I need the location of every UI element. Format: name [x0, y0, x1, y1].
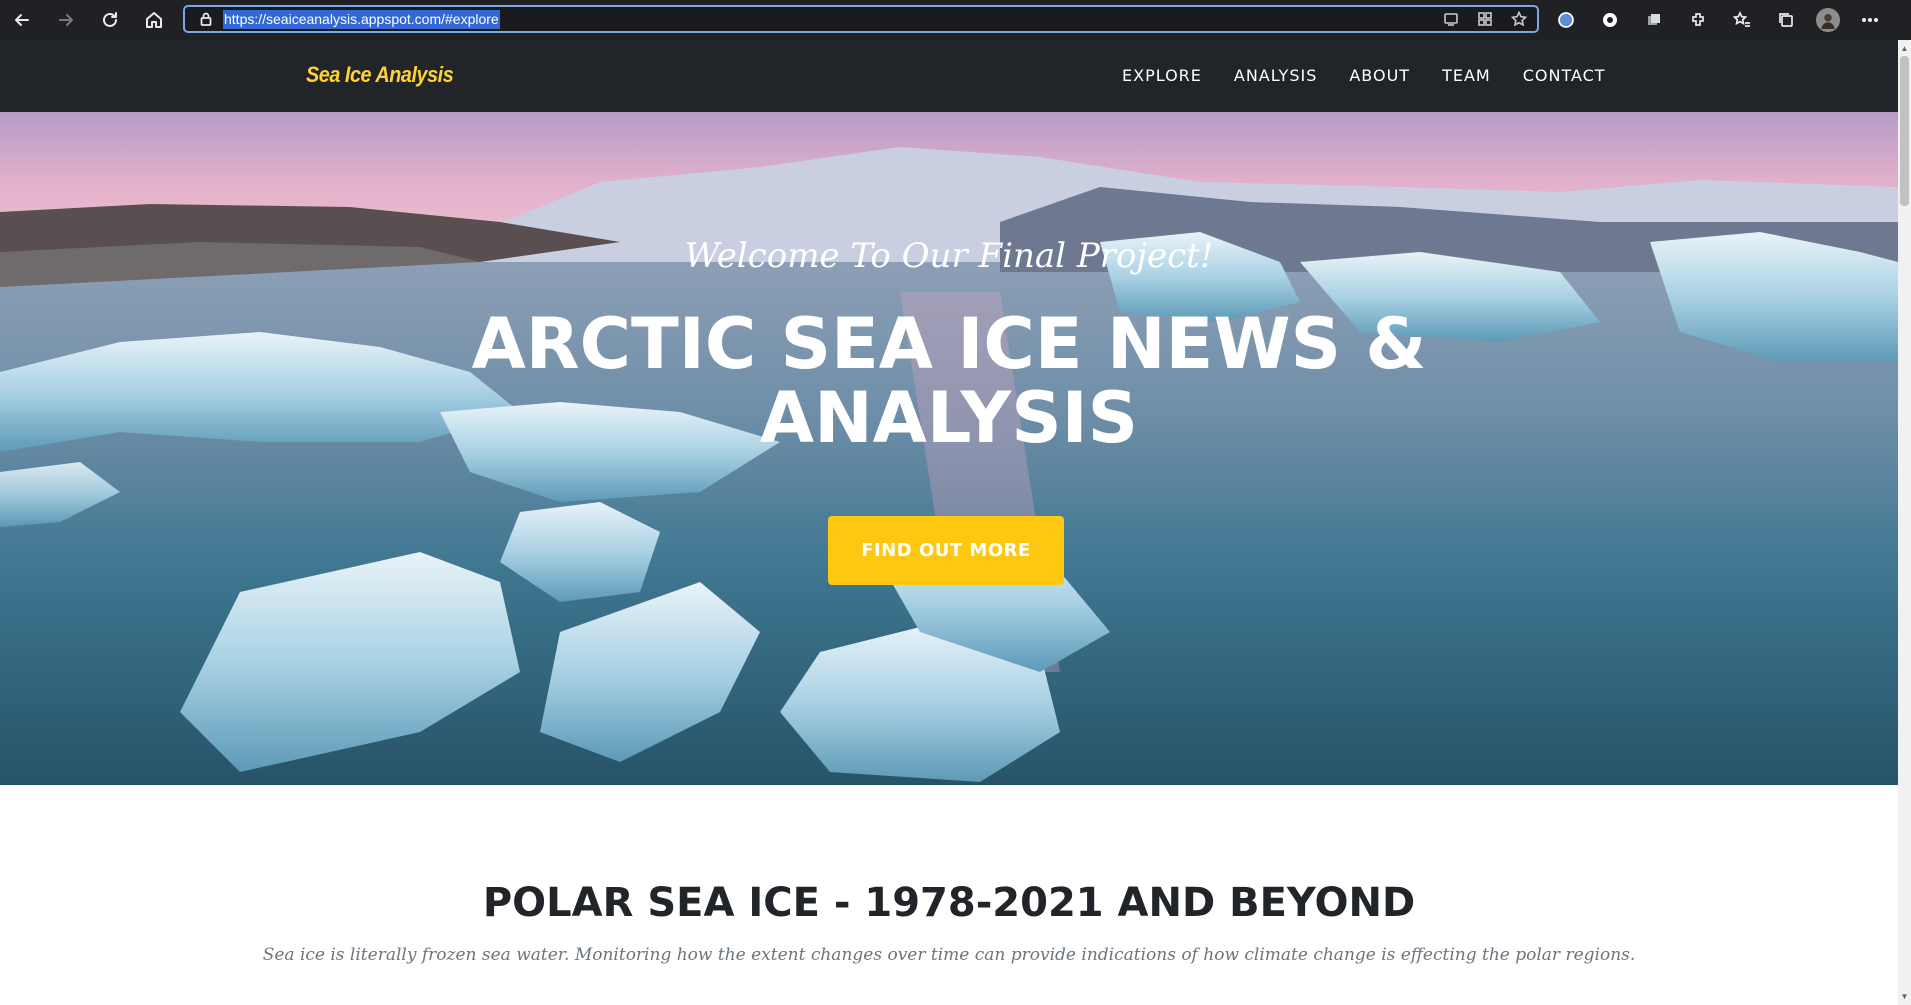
lock-icon[interactable]	[199, 12, 213, 26]
hero-subtitle: Welcome To Our Final Project!	[684, 236, 1214, 276]
nav-explore[interactable]: EXPLORE	[1106, 66, 1218, 85]
favorites-icon[interactable]	[1728, 6, 1756, 34]
nav-about[interactable]: ABOUT	[1333, 66, 1426, 85]
scrollbar-thumb[interactable]	[1900, 56, 1909, 206]
scroll-up-icon[interactable]: ▲	[1900, 44, 1909, 53]
extensions-icon[interactable]	[1684, 6, 1712, 34]
address-bar[interactable]: https://seaiceanalysis.appspot.com/#expl…	[183, 5, 1539, 33]
add-favorite-icon[interactable]	[1509, 10, 1529, 28]
profile-avatar[interactable]	[1816, 8, 1840, 32]
scroll-down-icon[interactable]: ▼	[1900, 992, 1909, 1001]
nav-team[interactable]: TEAM	[1426, 66, 1507, 85]
nav-analysis[interactable]: ANALYSIS	[1218, 66, 1333, 85]
nav-menu: EXPLORE ANALYSIS ABOUT TEAM CONTACT	[1106, 66, 1622, 85]
browser-toolbar: https://seaiceanalysis.appspot.com/#expl…	[0, 0, 1911, 40]
hero-title-line-2: ANALYSIS	[759, 377, 1139, 459]
more-menu-icon[interactable]	[1856, 6, 1884, 34]
url-text[interactable]: https://seaiceanalysis.appspot.com/#expl…	[223, 9, 500, 29]
reader-mode-icon[interactable]	[1441, 10, 1461, 28]
nav-contact[interactable]: CONTACT	[1507, 66, 1622, 85]
app-available-icon[interactable]	[1475, 10, 1495, 28]
hero-title-line-1: ARCTIC SEA ICE NEWS &	[471, 303, 1427, 385]
collections-icon[interactable]	[1772, 6, 1800, 34]
extension-3-icon[interactable]	[1640, 6, 1668, 34]
forward-icon[interactable]	[50, 4, 82, 36]
page-scrollbar[interactable]: ▲ ▼	[1898, 40, 1911, 1005]
section-subheading: Sea ice is literally frozen sea water. M…	[262, 945, 1636, 965]
home-icon[interactable]	[138, 4, 170, 36]
extension-2-icon[interactable]	[1596, 6, 1624, 34]
hero-title: ARCTIC SEA ICE NEWS & ANALYSIS	[0, 307, 1898, 455]
find-out-more-button[interactable]: FIND OUT MORE	[828, 516, 1064, 585]
brand-logo[interactable]: Sea Ice Analysis	[306, 62, 454, 88]
back-icon[interactable]	[6, 4, 38, 36]
site-navbar: Sea Ice Analysis EXPLORE ANALYSIS ABOUT …	[0, 40, 1898, 112]
extension-1-icon[interactable]	[1552, 6, 1580, 34]
reload-icon[interactable]	[94, 4, 126, 36]
section-heading: POLAR SEA ICE - 1978-2021 AND BEYOND	[482, 880, 1416, 926]
hero-section: Welcome To Our Final Project! ARCTIC SEA…	[0, 112, 1898, 785]
